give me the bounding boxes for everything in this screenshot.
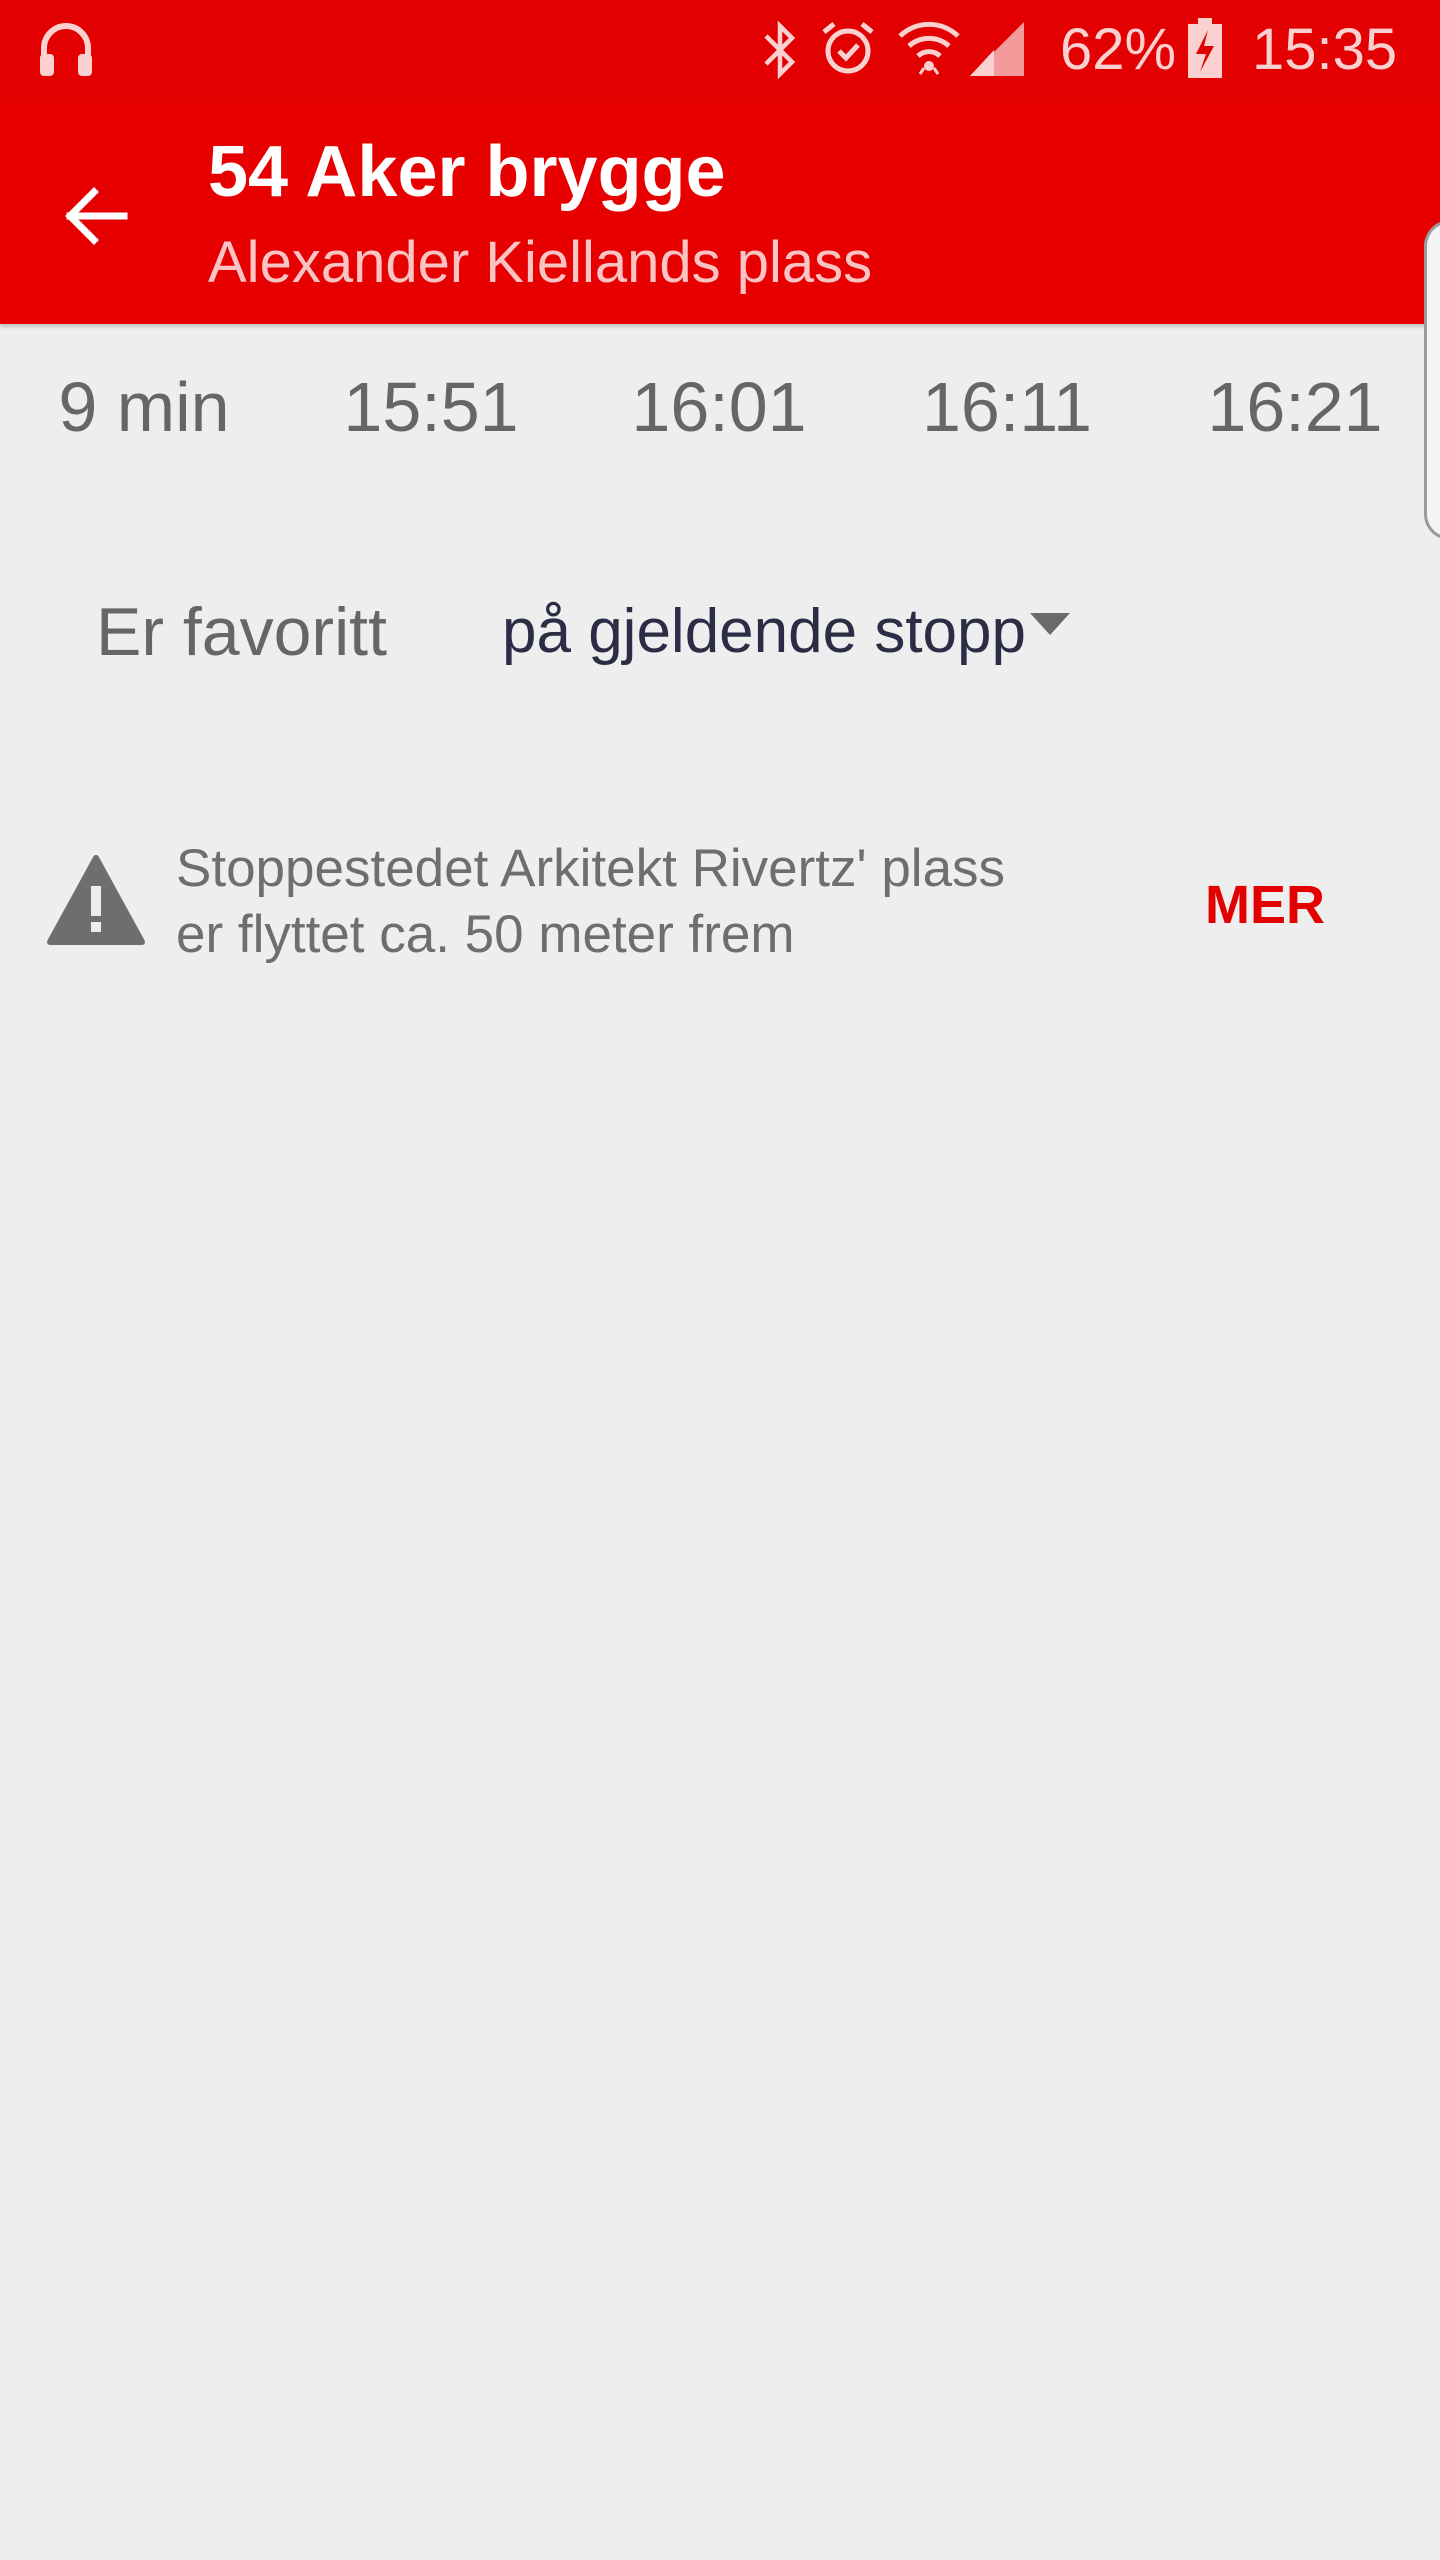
bluetooth-icon bbox=[764, 20, 796, 80]
cell-signal-icon bbox=[970, 22, 1024, 76]
departure-time: 16:21 bbox=[1207, 368, 1383, 446]
headphones-icon bbox=[40, 23, 92, 76]
clock: 15:35 bbox=[1252, 17, 1398, 82]
favorite-scope-dropdown[interactable]: på gjeldende stopp bbox=[502, 590, 1071, 674]
battery-percent: 62% bbox=[1060, 17, 1177, 82]
service-notice: Stoppestedet Arkitekt Rivertz' plass er … bbox=[0, 830, 1440, 980]
notice-line: er flyttet ca. 50 meter frem bbox=[176, 905, 795, 964]
departure-times: 9 min 15:51 16:01 16:11 16:21 bbox=[0, 324, 1420, 484]
warning-icon bbox=[47, 855, 145, 945]
wifi-icon bbox=[898, 21, 960, 75]
page-title: 54 Aker brygge bbox=[208, 132, 726, 212]
arrow-back-icon bbox=[65, 187, 128, 245]
departure-time: 16:11 bbox=[922, 368, 1092, 446]
back-button[interactable] bbox=[40, 160, 152, 272]
departure-time: 9 min bbox=[58, 368, 230, 446]
battery-charging-icon bbox=[1188, 18, 1222, 78]
page-subtitle: Alexander Kiellands plass bbox=[208, 230, 873, 295]
favorite-row: Er favoritt på gjeldende stopp bbox=[0, 570, 1440, 700]
notice-text: Stoppestedet Arkitekt Rivertz' plass er … bbox=[176, 836, 1116, 968]
departure-time: 16:01 bbox=[631, 368, 807, 446]
edge-panel-handle[interactable] bbox=[1424, 220, 1440, 540]
alarm-icon bbox=[822, 22, 874, 74]
favorite-label: Er favoritt bbox=[96, 594, 387, 670]
departure-time: 15:51 bbox=[343, 368, 519, 446]
status-bar: 62% 15:35 bbox=[0, 0, 1440, 100]
favorite-scope-value: på gjeldende stopp bbox=[502, 597, 1027, 666]
dropdown-arrow-icon bbox=[1030, 613, 1071, 635]
more-button[interactable]: MER bbox=[1180, 870, 1350, 940]
app-bar: 54 Aker brygge Alexander Kiellands plass bbox=[0, 100, 1440, 324]
notice-line: Stoppestedet Arkitekt Rivertz' plass bbox=[176, 839, 1006, 898]
